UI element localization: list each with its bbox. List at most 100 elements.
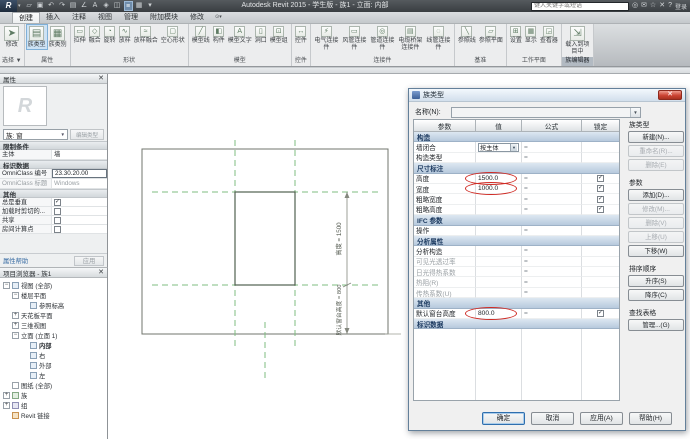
redo-icon[interactable]: ↷: [58, 1, 67, 11]
parameter-value-cell[interactable]: [476, 205, 522, 215]
formula-cell[interactable]: =: [522, 142, 582, 152]
lock-cell[interactable]: ✓: [582, 174, 619, 184]
formula-cell[interactable]: =: [522, 288, 582, 298]
parameter-name-cell[interactable]: 粗略宽度: [414, 194, 476, 204]
wall-outline[interactable]: [142, 149, 388, 334]
lock-cell[interactable]: [582, 267, 619, 277]
formula-cell[interactable]: =: [522, 194, 582, 204]
search-icon[interactable]: ◎: [632, 1, 638, 11]
ribbon-tab-4[interactable]: 管理: [118, 12, 144, 23]
dialog-button-1[interactable]: 取消: [531, 412, 574, 425]
properties-help-link[interactable]: 属性帮助: [3, 256, 28, 265]
customize-icon[interactable]: ▾: [146, 1, 155, 11]
parameter-value-cell[interactable]: [476, 153, 522, 163]
parameter-value-cell[interactable]: [476, 194, 522, 204]
parameter-value-cell[interactable]: 1000.0: [476, 184, 522, 194]
value-dropdown[interactable]: 按主体▼: [478, 143, 519, 152]
name-combobox[interactable]: ▼: [451, 107, 641, 118]
ribbon-button-opening[interactable]: ▯洞口: [254, 25, 268, 45]
parameter-group-header[interactable]: IFC 参数: [414, 215, 619, 225]
parameter-name-cell[interactable]: 宽度: [414, 184, 476, 194]
ribbon-button-conduit-connector[interactable]: ◌线管连接件: [425, 25, 452, 51]
open-icon[interactable]: ▱: [25, 1, 34, 11]
side-button-2-1[interactable]: 降序(C): [628, 289, 684, 301]
tree-item-4[interactable]: +三维视图: [0, 320, 107, 330]
apply-button[interactable]: 应用: [74, 256, 104, 266]
parameter-name-cell[interactable]: 可见光透过率: [414, 257, 476, 267]
parameter-value-cell[interactable]: [476, 288, 522, 298]
ribbon-button-load-into-project[interactable]: ⇲载入到项目中: [564, 25, 591, 55]
property-value[interactable]: Windows: [52, 179, 107, 188]
parameter-name-cell[interactable]: 操作: [414, 226, 476, 236]
tree-item-5[interactable]: −立面 (立面 1): [0, 330, 107, 340]
lock-cell[interactable]: [582, 277, 619, 287]
side-button-0-0[interactable]: 新建(N)...: [628, 131, 684, 143]
undo-icon[interactable]: ↶: [47, 1, 56, 11]
ribbon-button-modify-cursor[interactable]: ➤修改: [3, 25, 20, 49]
parameter-name-cell[interactable]: 高度: [414, 174, 476, 184]
text-icon[interactable]: A: [91, 1, 100, 11]
tree-item-8[interactable]: 外部: [0, 360, 107, 370]
checkbox-icon[interactable]: [54, 226, 61, 233]
formula-cell[interactable]: =: [522, 257, 582, 267]
checkbox-icon[interactable]: [54, 217, 61, 224]
lock-checkbox-icon[interactable]: ✓: [597, 185, 604, 192]
property-value[interactable]: 墙: [52, 150, 107, 159]
formula-cell[interactable]: =: [522, 309, 582, 319]
type-selector[interactable]: 族: 窗 ▼: [3, 129, 68, 140]
ribbon-button-set-work-plane[interactable]: ⊞设置: [509, 25, 523, 45]
lock-checkbox-icon[interactable]: ✓: [597, 310, 604, 317]
ribbon-tab-1[interactable]: 插入: [40, 12, 66, 23]
ribbon-tab-0[interactable]: 创建: [12, 12, 40, 23]
ribbon-button-void-forms[interactable]: ▢空心形状: [160, 25, 186, 45]
parameter-value-cell[interactable]: [476, 277, 522, 287]
tree-item-13[interactable]: Revit 链接: [0, 410, 107, 420]
parameter-name-cell[interactable]: 粗略高度: [414, 205, 476, 215]
application-menu-arrow-icon[interactable]: ▾: [18, 3, 21, 9]
ribbon-button-pipe-connector[interactable]: ◎管道连接件: [369, 25, 396, 51]
ribbon-tab-2[interactable]: 注释: [66, 12, 92, 23]
ribbon-button-cable-tray-connector[interactable]: ▤电缆桥架连接件: [397, 25, 424, 51]
tree-item-3[interactable]: +天花板平面: [0, 310, 107, 320]
parameter-value-cell[interactable]: 800.0: [476, 309, 522, 319]
tree-item-11[interactable]: +族: [0, 390, 107, 400]
ribbon-button-viewer[interactable]: ◲查看器: [539, 25, 559, 45]
dialog-button-0[interactable]: 确定: [482, 412, 525, 425]
lock-cell[interactable]: ✓: [582, 309, 619, 319]
parameter-group-header[interactable]: 尺寸标注: [414, 163, 619, 173]
tree-item-6[interactable]: 内部: [0, 340, 107, 350]
properties-header[interactable]: 属性 ✕: [0, 74, 107, 84]
formula-cell[interactable]: =: [522, 226, 582, 236]
ribbon-button-model-line[interactable]: ╱模型线: [191, 25, 211, 45]
dialog-button-2[interactable]: 应用(A): [580, 412, 623, 425]
signin-button[interactable]: 登录: [675, 2, 687, 11]
parameter-value-cell[interactable]: 1500.0: [476, 174, 522, 184]
exchange-apps-icon[interactable]: ✕: [659, 1, 665, 11]
lock-checkbox-icon[interactable]: ✓: [597, 206, 604, 213]
tree-item-1[interactable]: −楼层平面: [0, 290, 107, 300]
parameter-value-cell[interactable]: [476, 257, 522, 267]
property-group-header[interactable]: 限制条件: [0, 141, 107, 150]
close-icon[interactable]: ✕: [98, 75, 104, 83]
parameter-value-cell[interactable]: 按主体▼: [476, 142, 522, 152]
infocenter-search-input[interactable]: [531, 2, 629, 11]
ribbon-button-show-work-plane[interactable]: ▦显示: [524, 25, 538, 45]
parameter-name-cell[interactable]: 分析构造: [414, 246, 476, 256]
parameter-group-header[interactable]: 分析属性: [414, 236, 619, 246]
dialog-button-3[interactable]: 帮助(H): [629, 412, 672, 425]
side-button-3-0[interactable]: 管理...(G): [628, 319, 684, 331]
side-button-2-0[interactable]: 升序(S): [628, 275, 684, 287]
formula-cell[interactable]: =: [522, 277, 582, 287]
lock-cell[interactable]: [582, 142, 619, 152]
lock-cell[interactable]: [582, 226, 619, 236]
dialog-close-button[interactable]: ✕: [658, 90, 682, 100]
ribbon-button-electrical-connector[interactable]: ⚡电气连接件: [313, 25, 340, 51]
ribbon-button-sweep[interactable]: ∿放样: [118, 25, 132, 45]
column-header-value[interactable]: 值: [476, 120, 522, 132]
dialog-title-bar[interactable]: 族类型 ✕: [409, 89, 685, 102]
project-browser-header[interactable]: 项目浏览器 - 族1 ✕: [0, 268, 107, 278]
ribbon-button-duct-connector[interactable]: ▭风管连接件: [341, 25, 368, 51]
ribbon-button-model-text[interactable]: A模型文字: [227, 25, 253, 45]
lock-checkbox-icon[interactable]: ✓: [597, 196, 604, 203]
default-3d-view-icon[interactable]: ◈: [102, 1, 111, 11]
